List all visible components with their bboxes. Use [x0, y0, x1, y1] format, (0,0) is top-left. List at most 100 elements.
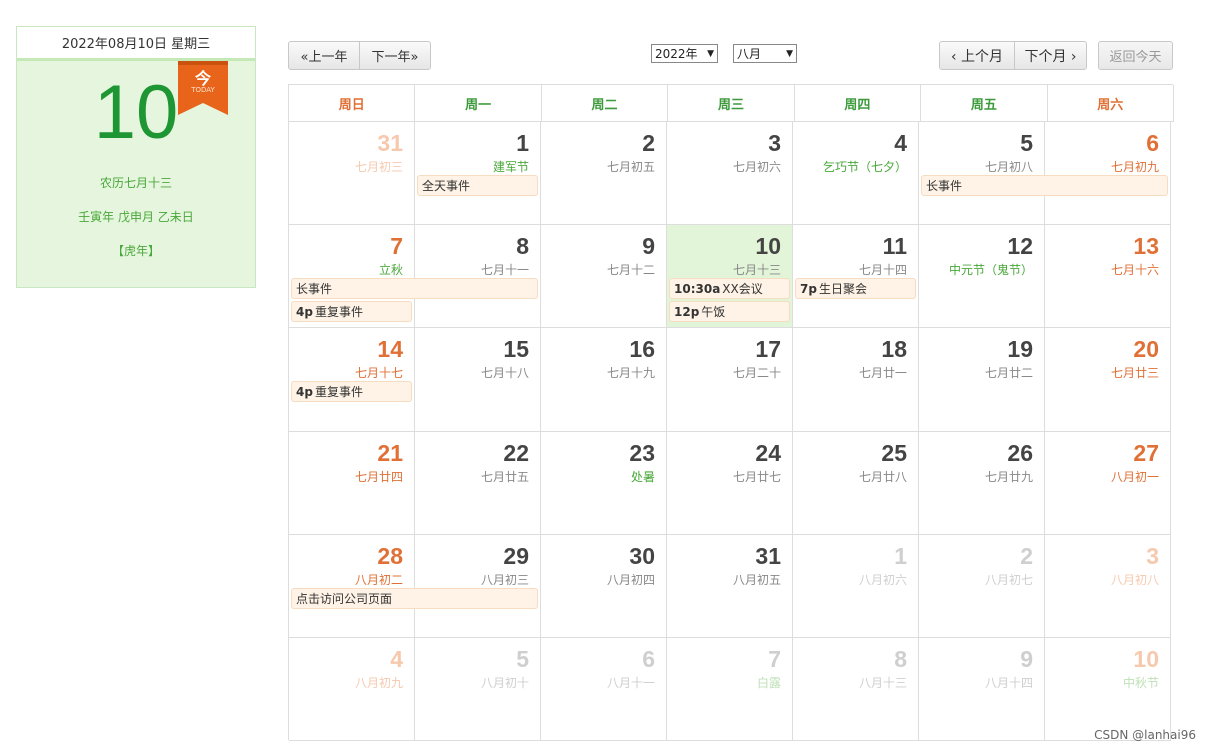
day-cell[interactable]: 17 七月二十 — [667, 328, 793, 432]
day-number: 10 — [755, 233, 781, 259]
day-cell[interactable]: 2 八月初七 — [919, 535, 1045, 638]
today-ribbon-icon: 今 TODAY — [178, 61, 228, 115]
lunar-date: 七月十六 — [1110, 263, 1159, 277]
day-cell[interactable]: 6 八月十一 — [541, 638, 667, 741]
calendar-event[interactable]: 全天事件 — [417, 175, 538, 196]
weekday-header-cell: 周一 — [415, 85, 542, 122]
day-cell[interactable]: 19 七月廿二 — [919, 328, 1045, 432]
day-cell[interactable]: 10 中秋节 — [1045, 638, 1171, 741]
lunar-date: 八月十四 — [984, 676, 1033, 690]
day-cell[interactable]: 6 七月初九 — [1045, 122, 1171, 225]
event-title: 午饭 — [701, 305, 726, 319]
next-year-button[interactable]: 下一年» — [359, 41, 431, 70]
day-cell[interactable]: 3 七月初六 — [667, 122, 793, 225]
day-cell[interactable]: 14 七月十七 — [289, 328, 415, 432]
day-cell[interactable]: 12 中元节（鬼节） — [919, 225, 1045, 328]
day-cell[interactable]: 18 七月廿一 — [793, 328, 919, 432]
calendar-event[interactable]: 12p 午饭 — [669, 301, 790, 322]
lunar-date: 七月初九 — [1110, 160, 1159, 174]
day-cell[interactable]: 8 八月十三 — [793, 638, 919, 741]
day-cell[interactable]: 24 七月廿七 — [667, 432, 793, 535]
day-cell[interactable]: 26 七月廿九 — [919, 432, 1045, 535]
day-cell[interactable]: 31 七月初三 — [289, 122, 415, 225]
lunar-date: 八月十三 — [858, 676, 907, 690]
day-cell[interactable]: 30 八月初四 — [541, 535, 667, 638]
event-time: 4p — [296, 384, 313, 399]
day-cell[interactable]: 20 七月廿三 — [1045, 328, 1171, 432]
chevron-down-icon: ▼ — [786, 48, 793, 59]
day-cell[interactable]: 7 白露 — [667, 638, 793, 741]
lunar-date: 七月二十 — [732, 366, 781, 380]
calendar-event[interactable]: 长事件 — [291, 278, 538, 299]
day-cell[interactable]: 27 八月初一 — [1045, 432, 1171, 535]
lunar-date: 七月初三 — [354, 160, 403, 174]
day-cell[interactable]: 22 七月廿五 — [415, 432, 541, 535]
day-cell[interactable]: 5 八月初十 — [415, 638, 541, 741]
next-month-button[interactable]: 下个月 › — [1014, 41, 1087, 70]
day-cell[interactable]: 3 八月初八 — [1045, 535, 1171, 638]
prev-year-button[interactable]: «上一年 — [288, 41, 360, 70]
day-number: 11 — [882, 233, 907, 259]
lunar-date: 七月廿五 — [480, 470, 529, 484]
calendar-event[interactable]: 点击访问公司页面 — [291, 588, 538, 609]
lunar-date: 七月廿四 — [354, 470, 403, 484]
day-cell[interactable]: 21 七月廿四 — [289, 432, 415, 535]
lunar-date: 八月初八 — [1110, 573, 1159, 587]
today-ganzhi: 壬寅年 戊申月 乙未日 — [78, 210, 194, 224]
lunar-date: 七月廿八 — [858, 470, 907, 484]
day-number: 24 — [755, 440, 781, 466]
day-cell[interactable]: 16 七月十九 — [541, 328, 667, 432]
year-select[interactable]: 2022年 ▼ — [651, 44, 718, 63]
event-title: 生日聚会 — [818, 282, 867, 296]
day-cell[interactable]: 1 八月初六 — [793, 535, 919, 638]
day-number: 28 — [377, 543, 403, 569]
day-number: 7 — [768, 646, 781, 672]
day-cell[interactable]: 31 八月初五 — [667, 535, 793, 638]
event-time: 10:30a — [674, 281, 721, 296]
event-title: 长事件 — [296, 282, 333, 296]
day-cell[interactable]: 15 七月十八 — [415, 328, 541, 432]
day-cell[interactable]: 4 乞巧节（七夕） — [793, 122, 919, 225]
lunar-date: 八月初四 — [606, 573, 655, 587]
day-number: 2 — [642, 130, 655, 156]
event-title: XX会议 — [722, 282, 763, 296]
prev-month-button[interactable]: ‹ 上个月 — [939, 41, 1015, 70]
day-cell[interactable]: 29 八月初三 — [415, 535, 541, 638]
day-cell[interactable]: 4 八月初九 — [289, 638, 415, 741]
calendar-event[interactable]: 4p 重复事件 — [291, 381, 412, 402]
weekday-header-cell: 周四 — [794, 85, 922, 122]
day-cell[interactable]: 9 七月十二 — [541, 225, 667, 328]
day-cell[interactable]: 28 八月初二 — [289, 535, 415, 638]
day-number: 19 — [1007, 336, 1033, 362]
day-number: 29 — [503, 543, 529, 569]
day-cell[interactable]: 13 七月十六 — [1045, 225, 1171, 328]
calendar-event[interactable]: 长事件 — [921, 175, 1168, 196]
event-time: 12p — [674, 304, 700, 319]
day-number: 1 — [516, 130, 529, 156]
day-cell[interactable]: 23 处暑 — [541, 432, 667, 535]
lunar-date: 八月初五 — [732, 573, 781, 587]
month-select[interactable]: 八月 ▼ — [733, 44, 797, 63]
day-cell[interactable]: 25 七月廿八 — [793, 432, 919, 535]
lunar-date: 七月初八 — [984, 160, 1033, 174]
calendar-event[interactable]: 4p 重复事件 — [291, 301, 412, 322]
day-number: 20 — [1133, 336, 1159, 362]
calendar-event[interactable]: 7p 生日聚会 — [795, 278, 916, 299]
lunar-date: 八月初一 — [1110, 470, 1159, 484]
lunar-date: 八月初十 — [480, 676, 529, 690]
day-number: 16 — [629, 336, 655, 362]
today-zodiac: 【虎年】 — [111, 244, 160, 258]
day-cell[interactable]: 1 建军节 — [415, 122, 541, 225]
lunar-date: 七月十一 — [480, 263, 529, 277]
lunar-date: 八月初九 — [354, 676, 403, 690]
today-button[interactable]: 返回今天 — [1098, 41, 1173, 70]
day-cell[interactable]: 11 七月十四 — [793, 225, 919, 328]
day-cell[interactable]: 5 七月初八 — [919, 122, 1045, 225]
weekday-header-cell: 周日 — [289, 85, 416, 122]
day-cell[interactable]: 2 七月初五 — [541, 122, 667, 225]
day-cell[interactable]: 9 八月十四 — [919, 638, 1045, 741]
day-cell[interactable]: 8 七月十一 — [415, 225, 541, 328]
day-number: 23 — [629, 440, 655, 466]
calendar-event[interactable]: 10:30a XX会议 — [669, 278, 790, 299]
day-number: 3 — [768, 130, 781, 156]
